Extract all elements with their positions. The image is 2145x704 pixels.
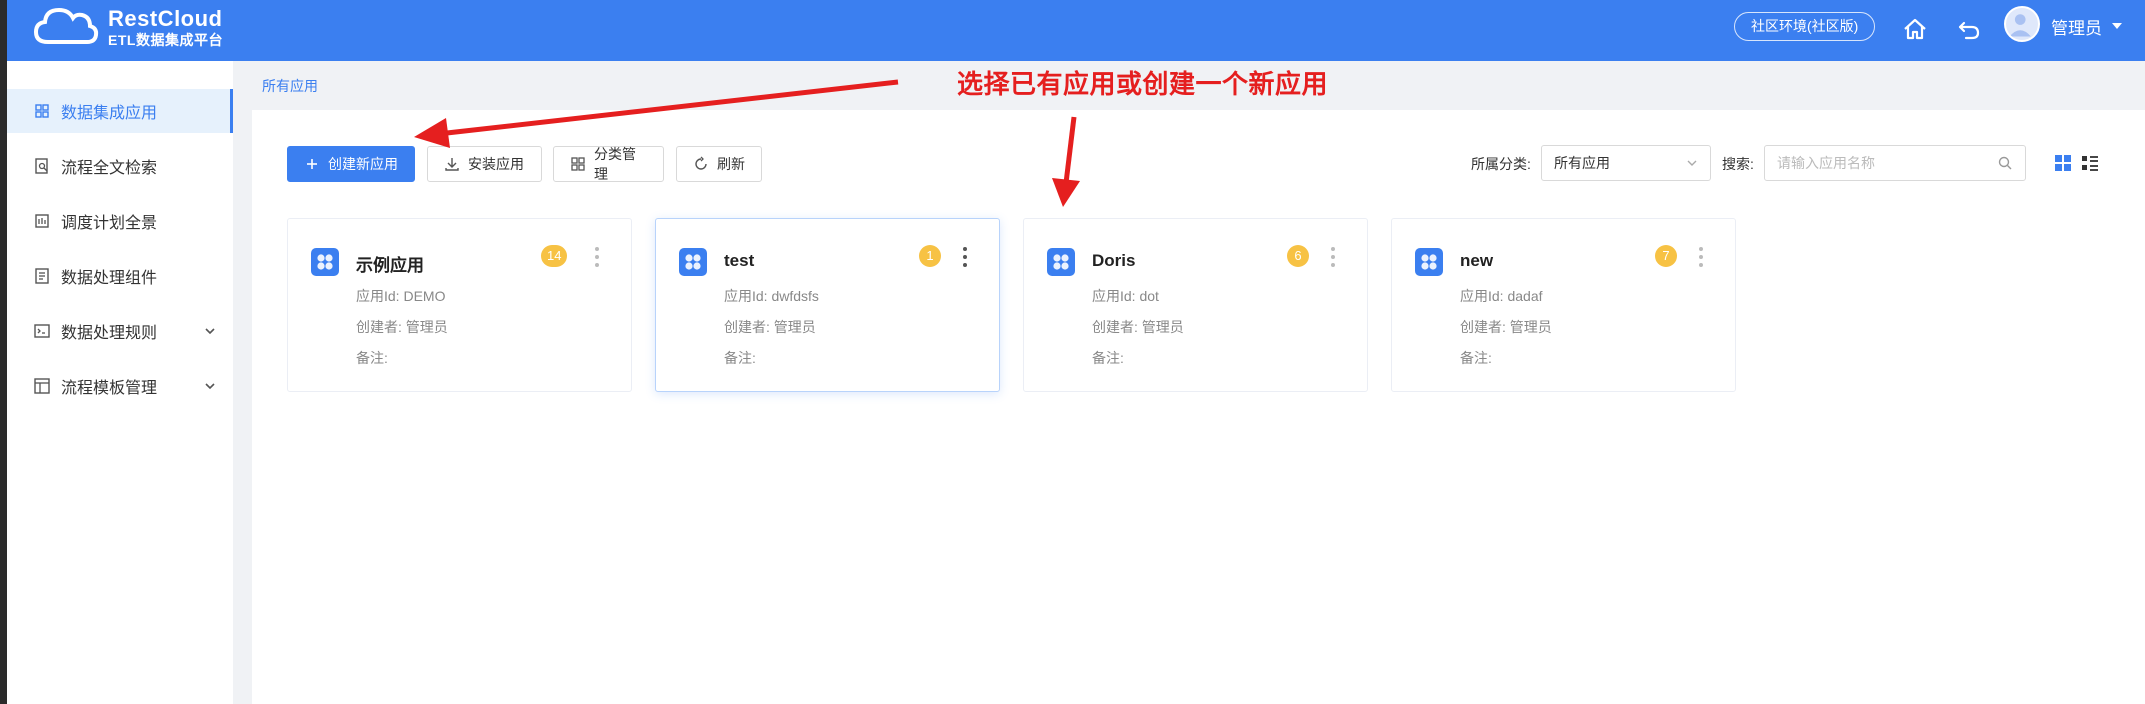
category-select-value: 所有应用	[1554, 155, 1610, 171]
top-bar: RestCloud ETL数据集成平台 社区环境(社区版) 管理员	[7, 0, 2145, 61]
category-select[interactable]: 所有应用	[1541, 145, 1711, 181]
caret-down-icon[interactable]	[2112, 23, 2122, 29]
environment-badge[interactable]: 社区环境(社区版)	[1734, 12, 1876, 41]
sidebar-item-flow-search[interactable]: 流程全文检索	[7, 144, 233, 188]
component-icon	[33, 267, 51, 285]
cloud-logo-icon	[33, 7, 99, 44]
window-frame	[0, 0, 7, 704]
template-icon	[33, 377, 51, 395]
more-menu-icon[interactable]	[961, 247, 969, 271]
brand-name: RestCloud	[108, 5, 223, 31]
app-id: 应用Id: dwfdsfs	[724, 288, 819, 304]
app-icon	[311, 248, 339, 276]
brand-subtitle: ETL数据集成平台	[108, 31, 223, 48]
app-note: 备注:	[724, 350, 756, 366]
app-title: 示例应用	[356, 256, 424, 275]
refresh-icon	[693, 156, 709, 172]
chevron-down-icon	[205, 328, 215, 335]
app-title: Doris	[1092, 251, 1136, 270]
app-id: 应用Id: dadaf	[1460, 288, 1543, 304]
more-menu-icon[interactable]	[1329, 247, 1337, 271]
chevron-down-icon	[1687, 160, 1697, 166]
app-title: new	[1460, 251, 1494, 270]
app-card[interactable]: new 7 应用Id: dadaf 创建者: 管理员 备注:	[1391, 218, 1736, 392]
app-id: 应用Id: DEMO	[356, 288, 446, 304]
app-note: 备注:	[1092, 350, 1124, 366]
search-icon[interactable]	[1997, 155, 2013, 171]
category-manage-button[interactable]: 分类管理	[553, 146, 664, 182]
grid-view-icon[interactable]	[2053, 153, 2073, 173]
app-id: 应用Id: dot	[1092, 288, 1159, 304]
sidebar-item-label: 数据处理规则	[61, 325, 158, 342]
flow-count-badge: 7	[1655, 245, 1677, 267]
breadcrumb[interactable]: 所有应用	[262, 76, 318, 96]
refresh-button[interactable]: 刷新	[676, 146, 762, 182]
flow-count-badge: 1	[919, 245, 941, 267]
sidebar: 数据集成应用 流程全文检索 调度计划全景 数据处理组件 数据处理规则 流程模板管…	[7, 61, 233, 704]
schedule-icon	[33, 212, 51, 230]
category-manage-label: 分类管理	[594, 146, 636, 182]
create-app-label: 创建新应用	[328, 156, 398, 172]
main-content-panel	[252, 110, 2145, 704]
app-icon	[1047, 248, 1075, 276]
category-filter-label: 所属分类:	[1471, 156, 1531, 172]
user-avatar-icon[interactable]	[2004, 6, 2040, 42]
flow-count-badge: 14	[541, 245, 568, 267]
app-icon	[679, 248, 707, 276]
app-creator: 创建者: 管理员	[356, 319, 448, 335]
sidebar-item-data-components[interactable]: 数据处理组件	[7, 254, 233, 298]
undo-icon[interactable]	[1954, 14, 1984, 44]
install-app-button[interactable]: 安装应用	[427, 146, 542, 182]
plus-icon	[304, 156, 320, 172]
grid-icon	[33, 102, 51, 120]
sidebar-item-schedule-overview[interactable]: 调度计划全景	[7, 199, 233, 243]
flow-count-badge: 6	[1287, 245, 1309, 267]
sidebar-item-label: 数据集成应用	[61, 105, 158, 122]
brand-logo[interactable]: RestCloud ETL数据集成平台	[30, 2, 223, 52]
search-input[interactable]	[1764, 145, 2026, 181]
app-card[interactable]: Doris 6 应用Id: dot 创建者: 管理员 备注:	[1023, 218, 1368, 392]
user-name[interactable]: 管理员	[2051, 14, 2102, 39]
app-creator: 创建者: 管理员	[1460, 319, 1552, 335]
annotation-text: 选择已有应用或创建一个新应用	[957, 69, 1329, 99]
app-card[interactable]: 示例应用 14 应用Id: DEMO 创建者: 管理员 备注:	[287, 218, 632, 392]
home-icon[interactable]	[1900, 14, 1930, 44]
create-app-button[interactable]: 创建新应用	[287, 146, 415, 182]
sidebar-item-label: 流程全文检索	[61, 160, 158, 177]
sidebar-item-data-rules[interactable]: 数据处理规则	[7, 309, 233, 353]
list-view-icon[interactable]	[2080, 153, 2100, 173]
more-menu-icon[interactable]	[1697, 247, 1705, 271]
sidebar-item-data-integration-apps[interactable]: 数据集成应用	[7, 89, 233, 133]
search-label: 搜索:	[1722, 156, 1754, 172]
app-title: test	[724, 251, 755, 270]
sidebar-item-label: 数据处理组件	[61, 270, 158, 287]
app-note: 备注:	[1460, 350, 1492, 366]
category-icon	[570, 156, 586, 172]
app-creator: 创建者: 管理员	[1092, 319, 1184, 335]
app-icon	[1415, 248, 1443, 276]
sidebar-item-flow-templates[interactable]: 流程模板管理	[7, 364, 233, 408]
terminal-icon	[33, 322, 51, 340]
download-icon	[444, 156, 460, 172]
sidebar-item-label: 调度计划全景	[61, 215, 158, 232]
app-creator: 创建者: 管理员	[724, 319, 816, 335]
more-menu-icon[interactable]	[593, 247, 601, 271]
app-note: 备注:	[356, 350, 388, 366]
doc-search-icon	[33, 157, 51, 175]
sidebar-item-label: 流程模板管理	[61, 380, 158, 397]
refresh-label: 刷新	[717, 156, 745, 172]
chevron-down-icon	[205, 383, 215, 390]
install-app-label: 安装应用	[468, 156, 524, 172]
app-card[interactable]: test 1 应用Id: dwfdsfs 创建者: 管理员 备注:	[655, 218, 1000, 392]
